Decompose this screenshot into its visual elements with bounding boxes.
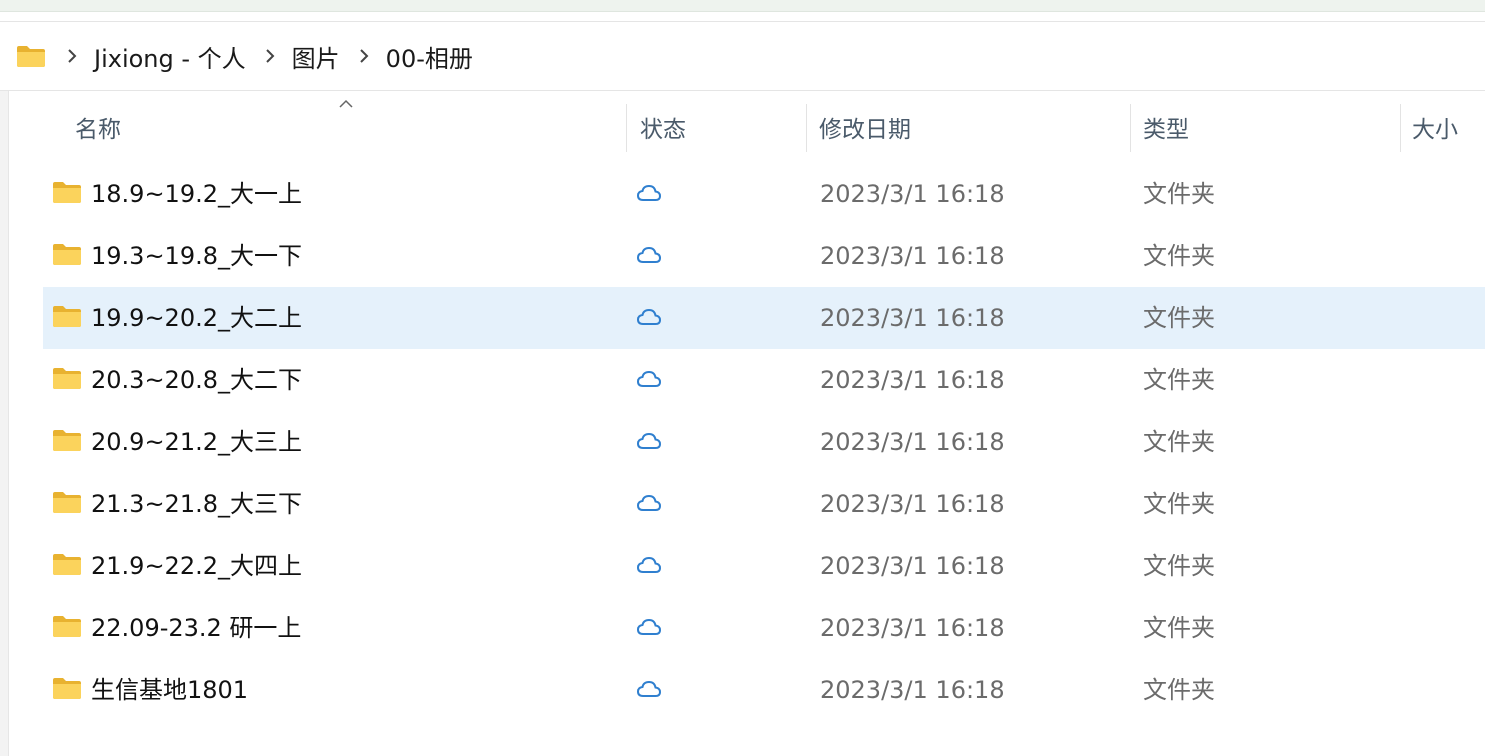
column-header-name[interactable]: 名称 [75, 100, 121, 154]
folder-icon [52, 614, 82, 638]
window-top-strip [0, 0, 1485, 12]
file-name[interactable]: 20.3~20.8_大二下 [91, 349, 302, 411]
cloud-icon [635, 491, 663, 515]
file-row[interactable]: 生信基地1801 2023/3/1 16:18 文件夹 [43, 659, 1485, 721]
breadcrumb-item-pictures[interactable]: 图片 [292, 39, 340, 74]
modified-date: 2023/3/1 16:18 [820, 614, 1005, 642]
file-name[interactable]: 21.9~22.2_大四上 [91, 535, 302, 597]
cloud-icon [635, 305, 663, 329]
file-row[interactable]: 21.3~21.8_大三下 2023/3/1 16:18 文件夹 [43, 473, 1485, 535]
file-type: 文件夹 [1143, 366, 1215, 394]
breadcrumb-item-personal[interactable]: Jixiong - 个人 [94, 39, 246, 74]
file-type: 文件夹 [1143, 428, 1215, 456]
file-type: 文件夹 [1143, 676, 1215, 704]
file-name[interactable]: 21.3~21.8_大三下 [91, 473, 302, 535]
chevron-right-icon[interactable] [60, 49, 84, 63]
column-divider[interactable] [806, 104, 807, 152]
folder-icon [52, 552, 82, 576]
breadcrumb: Jixiong - 个人 图片 00-相册 [0, 21, 1485, 91]
file-row[interactable]: 21.9~22.2_大四上 2023/3/1 16:18 文件夹 [43, 535, 1485, 597]
chevron-right-icon[interactable] [258, 49, 282, 63]
file-type: 文件夹 [1143, 614, 1215, 642]
modified-date: 2023/3/1 16:18 [820, 676, 1005, 704]
modified-date: 2023/3/1 16:18 [820, 490, 1005, 518]
column-header-type[interactable]: 类型 [1143, 100, 1189, 154]
file-row-selected[interactable]: 19.9~20.2_大二上 2023/3/1 16:18 文件夹 [43, 287, 1485, 349]
chevron-right-icon[interactable] [352, 49, 376, 63]
file-type: 文件夹 [1143, 180, 1215, 208]
file-list: 18.9~19.2_大一上 2023/3/1 16:18 文件夹 19.3~19… [43, 163, 1485, 721]
modified-date: 2023/3/1 16:18 [820, 428, 1005, 456]
file-name[interactable]: 19.9~20.2_大二上 [91, 287, 302, 349]
sort-up-icon [336, 98, 356, 112]
folder-icon [52, 490, 82, 514]
file-type: 文件夹 [1143, 304, 1215, 332]
folder-icon [52, 428, 82, 452]
cloud-icon [635, 243, 663, 267]
folder-icon [52, 366, 82, 390]
file-name[interactable]: 19.3~19.8_大一下 [91, 225, 302, 287]
file-row[interactable]: 19.3~19.8_大一下 2023/3/1 16:18 文件夹 [43, 225, 1485, 287]
navigation-pane-edge [0, 91, 9, 756]
column-header-size[interactable]: 大小 [1412, 100, 1458, 154]
file-type: 文件夹 [1143, 490, 1215, 518]
file-row[interactable]: 20.3~20.8_大二下 2023/3/1 16:18 文件夹 [43, 349, 1485, 411]
file-name[interactable]: 22.09-23.2 研一上 [91, 597, 301, 659]
cloud-icon [635, 429, 663, 453]
modified-date: 2023/3/1 16:18 [820, 552, 1005, 580]
file-name[interactable]: 18.9~19.2_大一上 [91, 163, 302, 225]
column-divider[interactable] [1130, 104, 1131, 152]
column-divider[interactable] [626, 104, 627, 152]
modified-date: 2023/3/1 16:18 [820, 180, 1005, 208]
folder-icon [52, 676, 82, 700]
column-header-status[interactable]: 状态 [640, 100, 686, 154]
modified-date: 2023/3/1 16:18 [820, 242, 1005, 270]
modified-date: 2023/3/1 16:18 [820, 366, 1005, 394]
cloud-icon [635, 553, 663, 577]
folder-icon [52, 242, 82, 266]
column-divider[interactable] [1400, 104, 1401, 152]
folder-icon[interactable] [16, 44, 46, 68]
cloud-icon [635, 615, 663, 639]
file-row[interactable]: 22.09-23.2 研一上 2023/3/1 16:18 文件夹 [43, 597, 1485, 659]
cloud-icon [635, 677, 663, 701]
file-row[interactable]: 18.9~19.2_大一上 2023/3/1 16:18 文件夹 [43, 163, 1485, 225]
column-header-row: 名称 状态 修改日期 类型 大小 [40, 98, 1485, 156]
file-name[interactable]: 生信基地1801 [91, 659, 248, 721]
column-header-modified[interactable]: 修改日期 [819, 100, 911, 154]
cloud-icon [635, 367, 663, 391]
file-name[interactable]: 20.9~21.2_大三上 [91, 411, 302, 473]
folder-icon [52, 304, 82, 328]
file-type: 文件夹 [1143, 552, 1215, 580]
cloud-icon [635, 181, 663, 205]
modified-date: 2023/3/1 16:18 [820, 304, 1005, 332]
file-row[interactable]: 20.9~21.2_大三上 2023/3/1 16:18 文件夹 [43, 411, 1485, 473]
breadcrumb-item-album[interactable]: 00-相册 [386, 39, 473, 74]
folder-icon [52, 180, 82, 204]
file-type: 文件夹 [1143, 242, 1215, 270]
